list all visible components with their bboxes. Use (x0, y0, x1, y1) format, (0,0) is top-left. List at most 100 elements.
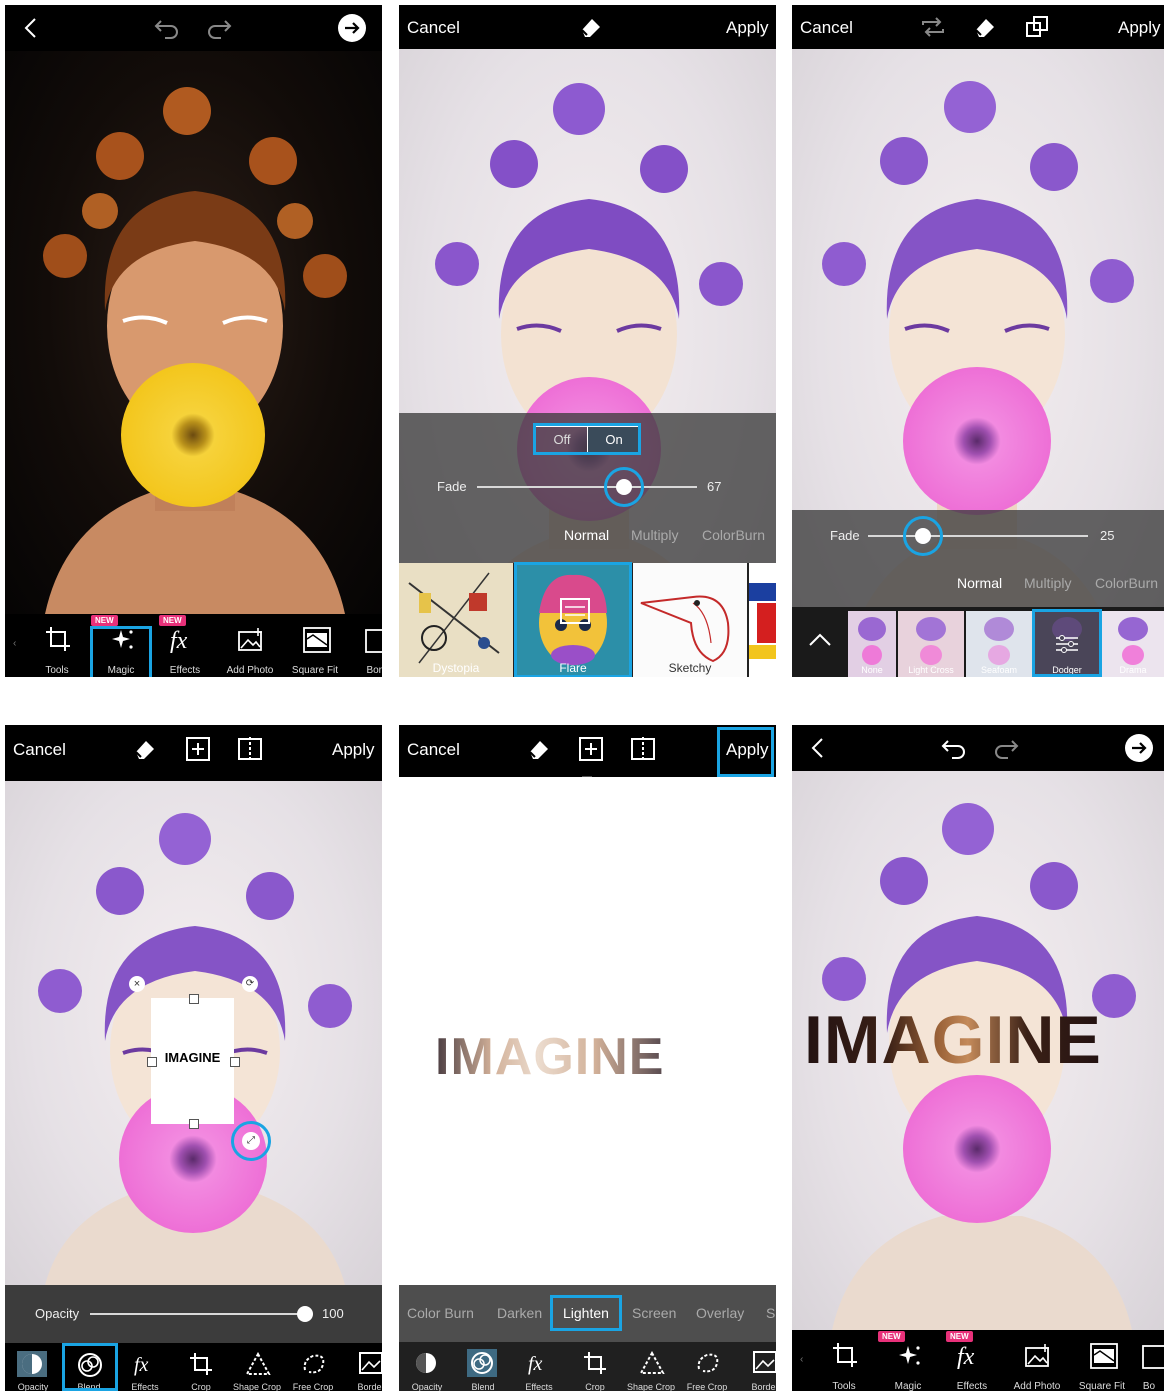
mode-normal[interactable]: Normal (957, 575, 1002, 591)
apply-button[interactable]: Apply (726, 18, 769, 38)
magic-thumb-drama[interactable]: Drama (1102, 611, 1164, 677)
mode-colorburn[interactable]: ColorBurn (1095, 575, 1158, 591)
tool-shape-crop[interactable]: Shape Crop (229, 1343, 285, 1391)
opacity-slider-track[interactable] (90, 1313, 305, 1315)
apply-button[interactable]: Apply (332, 740, 375, 760)
fade-value: 67 (707, 479, 722, 494)
eraser-icon[interactable] (133, 738, 157, 760)
sticker-close-icon[interactable]: × (129, 976, 145, 992)
add-icon[interactable] (186, 737, 210, 761)
tool-square-fit[interactable]: Square Fit (1072, 1330, 1132, 1391)
compare-icon[interactable] (1025, 15, 1049, 39)
redo-icon[interactable] (992, 737, 1020, 759)
tool-blend[interactable]: Blend (455, 1342, 511, 1391)
tool-effects[interactable]: NEW fx Effects (155, 614, 215, 677)
square-fit-icon (303, 627, 331, 653)
undo-icon[interactable] (940, 737, 968, 759)
tool-tools[interactable]: Tools (814, 1330, 874, 1391)
fade-slider-knob[interactable] (915, 528, 931, 544)
chevron-up-icon[interactable] (808, 631, 832, 647)
border-icon (1142, 1345, 1164, 1369)
panel-original-photo: ‹ Tools NEW Magic NEW fx Effects Add Pho… (5, 5, 382, 677)
eraser-icon[interactable] (973, 16, 997, 38)
next-arrow-icon[interactable] (1124, 733, 1154, 763)
crop-icon (46, 627, 70, 651)
top-bar (5, 5, 382, 51)
tool-shape-crop[interactable]: Shape Crop (623, 1342, 679, 1391)
back-icon[interactable] (21, 17, 41, 39)
eraser-icon[interactable] (579, 16, 603, 38)
blend-mode-darken[interactable]: Darken (497, 1305, 542, 1321)
opacity-slider-knob[interactable] (297, 1306, 313, 1322)
tool-label: Borde (357, 1382, 382, 1391)
tool-effects[interactable]: fx Effects (117, 1343, 173, 1391)
cancel-button[interactable]: Cancel (407, 740, 460, 760)
eraser-icon[interactable] (527, 738, 551, 760)
sticker-handle-left[interactable] (147, 1057, 157, 1067)
tool-effects[interactable]: fx Effects (511, 1342, 567, 1391)
tool-tools[interactable]: Tools (27, 614, 87, 677)
mode-multiply[interactable]: Multiply (1024, 575, 1071, 591)
magic-thumb-none[interactable]: None (848, 611, 896, 677)
fade-slider-track[interactable] (477, 486, 697, 488)
fx-icon: fx (957, 1344, 975, 1370)
text-sticker[interactable]: IMAGINE (151, 998, 234, 1124)
blend-mode-more[interactable]: S (766, 1305, 775, 1321)
tool-square-fit[interactable]: Square Fit (285, 614, 345, 677)
tool-opacity[interactable]: Opacity (399, 1342, 455, 1391)
back-icon[interactable] (808, 737, 828, 759)
fade-slider-track[interactable] (868, 535, 1088, 537)
tool-opacity[interactable]: Opacity (5, 1343, 61, 1391)
undo-icon[interactable] (153, 17, 181, 39)
mode-multiply[interactable]: Multiply (631, 527, 678, 543)
magic-thumb-seafoam[interactable]: Seafoam (966, 611, 1032, 677)
redo-icon[interactable] (205, 17, 233, 39)
fx-icon: fx (170, 628, 188, 654)
tool-add-photo[interactable]: Add Photo (1007, 1330, 1067, 1391)
tool-effects[interactable]: NEW fx Effects (942, 1330, 1002, 1391)
sticker-handle-bottom[interactable] (189, 1119, 199, 1129)
new-badge: NEW (946, 1331, 973, 1342)
cancel-button[interactable]: Cancel (407, 18, 460, 38)
blend-mode-overlay[interactable]: Overlay (696, 1305, 744, 1321)
imagine-overlay-text: IMAGINE (804, 1002, 1102, 1078)
cancel-button[interactable]: Cancel (800, 18, 853, 38)
tool-free-crop[interactable]: Free Crop (679, 1342, 735, 1391)
tool-magic[interactable]: NEW Magic (878, 1330, 938, 1391)
flip-icon[interactable] (238, 737, 262, 761)
blend-canvas: IMAGINE (399, 777, 776, 1285)
border-icon (365, 629, 382, 653)
mode-colorburn[interactable]: ColorBurn (702, 527, 765, 543)
blend-mode-color-burn[interactable]: Color Burn (407, 1305, 474, 1321)
tool-label: Tools (832, 1381, 856, 1391)
sticker-rotate-icon[interactable]: ⟳ (242, 976, 258, 992)
effect-thumb-next[interactable] (749, 563, 776, 677)
tool-label: Blend (471, 1382, 495, 1391)
next-arrow-icon[interactable] (337, 13, 367, 43)
flip-icon[interactable] (631, 737, 655, 761)
effect-thumb-dystopia[interactable]: Dystopia (399, 563, 513, 677)
sticker-handle-right[interactable] (230, 1057, 240, 1067)
tool-border[interactable]: Borde (735, 1342, 776, 1391)
tool-free-crop[interactable]: Free Crop (285, 1343, 341, 1391)
repeat-icon[interactable] (920, 16, 946, 38)
apply-highlight (717, 727, 774, 777)
cancel-button[interactable]: Cancel (13, 740, 66, 760)
magic-thumb-light-cross[interactable]: Light Cross (898, 611, 964, 677)
thumb-label: Drama (1119, 665, 1147, 675)
tool-border[interactable]: Borde (341, 1343, 382, 1391)
effect-thumb-sketchy[interactable]: Sketchy (633, 563, 747, 677)
tool-border[interactable]: Bo (1134, 1330, 1164, 1391)
add-icon[interactable] (579, 737, 603, 761)
tool-border[interactable]: Bord (347, 614, 382, 677)
free-crop-icon (303, 1354, 325, 1374)
sticker-handle-top[interactable] (189, 994, 199, 1004)
apply-button[interactable]: Apply (1118, 18, 1161, 38)
opacity-icon (17, 1351, 47, 1377)
tool-crop[interactable]: Crop (567, 1342, 623, 1391)
tool-add-photo[interactable]: Add Photo (220, 614, 280, 677)
mode-normal[interactable]: Normal (564, 527, 609, 543)
top-bar (792, 725, 1164, 771)
tool-crop[interactable]: Crop (173, 1343, 229, 1391)
blend-mode-screen[interactable]: Screen (632, 1305, 676, 1321)
